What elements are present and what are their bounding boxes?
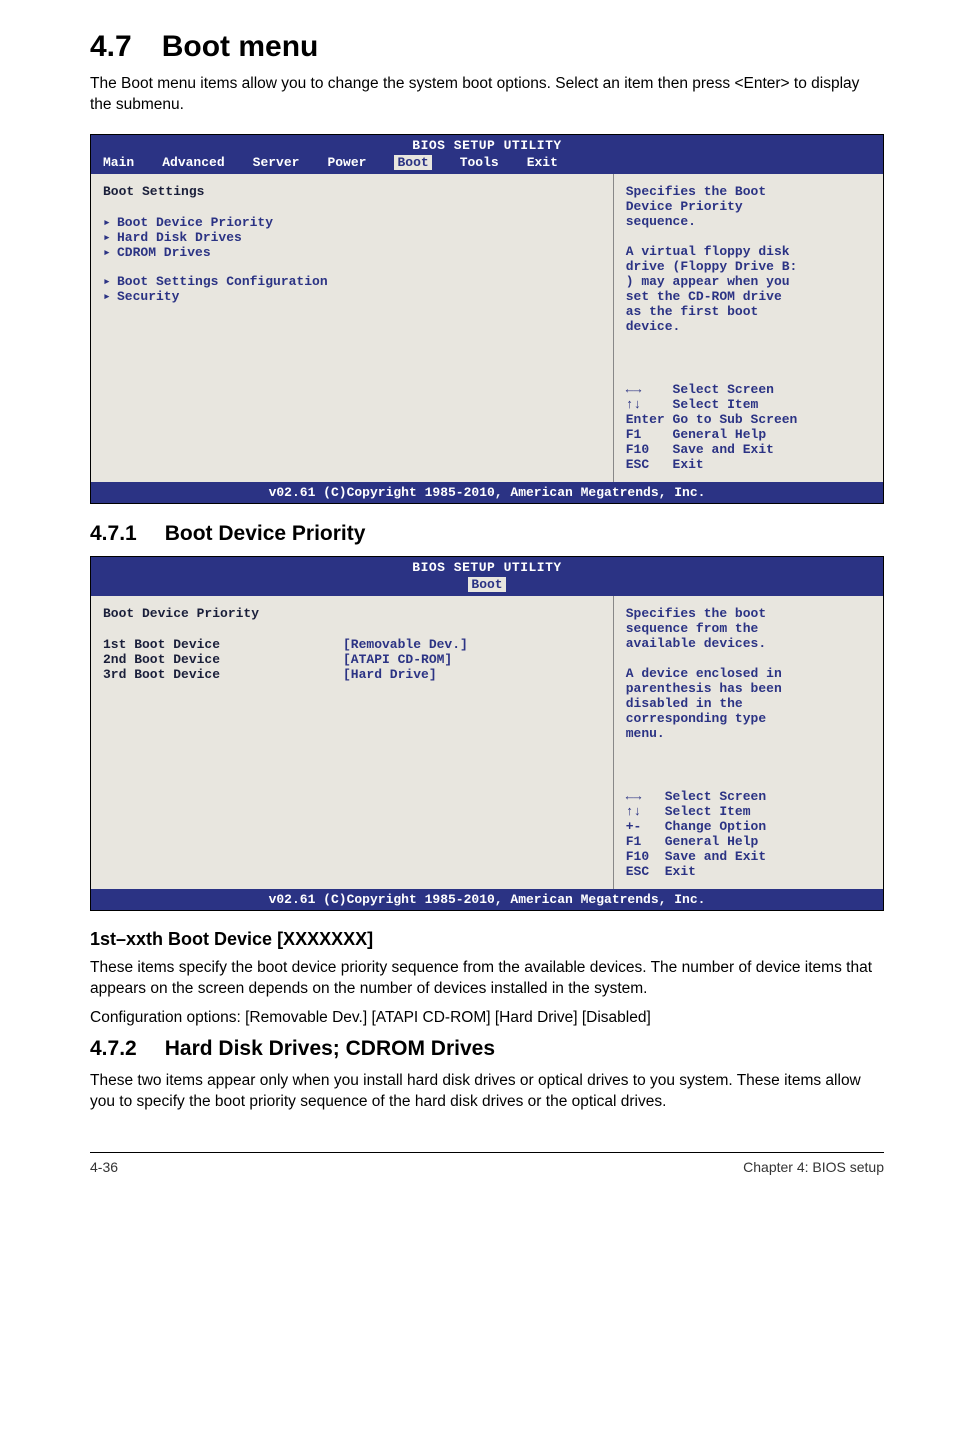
bios-key-legend: ←→ Select Screen ↑↓ Select Item Enter Go…	[626, 382, 871, 472]
subsection-heading: 4.7.2 Hard Disk Drives; CDROM Drives	[90, 1037, 884, 1061]
bios-right-pane: Specifies the boot sequence from the ava…	[614, 596, 883, 889]
submenu-marker-icon: ▸	[103, 274, 117, 289]
bios-screenshot-boot-device-priority: BIOS SETUP UTILITY Boot Boot Device Prio…	[90, 556, 884, 911]
boot-device-label: 1st Boot Device	[103, 637, 343, 652]
bios-footer: v02.61 (C)Copyright 1985-2010, American …	[91, 889, 883, 910]
bios-tab-exit: Exit	[527, 155, 558, 170]
boot-device-label: 3rd Boot Device	[103, 667, 343, 682]
section-heading: 4.7 Boot menu	[90, 30, 884, 64]
subsection-title: Boot Device Priority	[165, 522, 366, 545]
bios-title: BIOS SETUP UTILITY	[91, 557, 883, 575]
boot-device-row: 2nd Boot Device [ATAPI CD-ROM]	[103, 652, 601, 667]
section-number: 4.7	[90, 30, 132, 64]
bios-title: BIOS SETUP UTILITY	[91, 135, 883, 153]
bios-tab-boot: Boot	[468, 577, 505, 592]
bios-tab-boot: Boot	[394, 155, 431, 170]
bios-menu-text: Boot Settings Configuration	[117, 274, 328, 289]
boot-device-label: 2nd Boot Device	[103, 652, 343, 667]
bios-tab-power: Power	[327, 155, 366, 170]
intro-paragraph: The Boot menu items allow you to change …	[90, 74, 884, 116]
submenu-marker-icon: ▸	[103, 230, 117, 245]
bios-tab-advanced: Advanced	[162, 155, 224, 170]
body-paragraph: Configuration options: [Removable Dev.] …	[90, 1008, 884, 1029]
bios-menu-item: ▸CDROM Drives	[103, 245, 601, 260]
subsection-number: 4.7.2	[90, 1037, 137, 1061]
boot-device-value: [ATAPI CD-ROM]	[343, 652, 452, 667]
bios-tab-bar: Boot	[91, 575, 883, 596]
bios-tab-server: Server	[253, 155, 300, 170]
bios-help-text: Specifies the boot sequence from the ava…	[626, 606, 871, 741]
boot-device-value: [Removable Dev.]	[343, 637, 468, 652]
page-footer: 4-36 Chapter 4: BIOS setup	[90, 1152, 884, 1175]
subsection-heading: 4.7.1 Boot Device Priority	[90, 522, 884, 546]
subsection-title: Hard Disk Drives; CDROM Drives	[165, 1037, 495, 1060]
bios-right-pane: Specifies the Boot Device Priority seque…	[614, 174, 883, 482]
bios-screenshot-boot-menu: BIOS SETUP UTILITY Main Advanced Server …	[90, 134, 884, 504]
sub-heading: 1st–xxth Boot Device [XXXXXXX]	[90, 929, 884, 950]
bios-footer: v02.61 (C)Copyright 1985-2010, American …	[91, 482, 883, 503]
bios-menu-item: ▸Boot Settings Configuration	[103, 274, 601, 289]
section-title-text: Boot menu	[162, 30, 319, 63]
body-paragraph: These two items appear only when you ins…	[90, 1071, 884, 1113]
bios-menu-item: ▸Hard Disk Drives	[103, 230, 601, 245]
bios-key-legend: ←→ Select Screen ↑↓ Select Item +- Chang…	[626, 789, 871, 879]
bios-left-pane: Boot Settings ▸Boot Device Priority ▸Har…	[91, 174, 614, 482]
page-number: 4-36	[90, 1159, 118, 1175]
boot-device-value: [Hard Drive]	[343, 667, 437, 682]
bios-menu-item: ▸Boot Device Priority	[103, 215, 601, 230]
body-paragraph: These items specify the boot device prio…	[90, 958, 884, 1000]
bios-menu-item: ▸Security	[103, 289, 601, 304]
boot-device-row: 3rd Boot Device [Hard Drive]	[103, 667, 601, 682]
bios-tab-bar: Main Advanced Server Power Boot Tools Ex…	[91, 153, 883, 174]
bios-tab-tools: Tools	[460, 155, 499, 170]
bios-left-heading: Boot Settings	[103, 184, 601, 199]
bios-help-text: Specifies the Boot Device Priority seque…	[626, 184, 871, 334]
bios-tab-main: Main	[103, 155, 134, 170]
bios-menu-text: Boot Device Priority	[117, 215, 273, 230]
bios-menu-text: CDROM Drives	[117, 245, 211, 260]
chapter-label: Chapter 4: BIOS setup	[743, 1159, 884, 1175]
subsection-number: 4.7.1	[90, 522, 137, 546]
bios-left-pane: Boot Device Priority 1st Boot Device [Re…	[91, 596, 614, 889]
bios-left-heading: Boot Device Priority	[103, 606, 601, 621]
bios-menu-text: Hard Disk Drives	[117, 230, 242, 245]
submenu-marker-icon: ▸	[103, 289, 117, 304]
submenu-marker-icon: ▸	[103, 245, 117, 260]
boot-device-row: 1st Boot Device [Removable Dev.]	[103, 637, 601, 652]
bios-menu-text: Security	[117, 289, 179, 304]
submenu-marker-icon: ▸	[103, 215, 117, 230]
